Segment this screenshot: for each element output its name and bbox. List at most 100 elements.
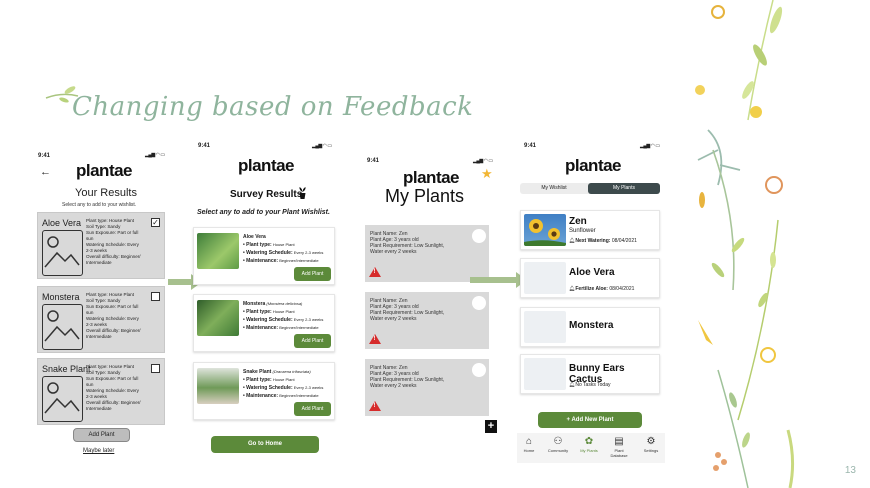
nav-item-plant-database[interactable]: ▤ Plant Database: [608, 436, 630, 459]
plant-detail: Water every 2 weeks: [370, 383, 417, 389]
plant-detail: Water every 2 weeks: [370, 316, 417, 322]
image-placeholder-icon: [42, 230, 83, 276]
select-checkbox[interactable]: [151, 292, 160, 301]
care-reminder: 🔔︎Fertilize Aloe: 08/04/2021: [569, 286, 634, 292]
plant-card[interactable]: Plant Name: Zen Plant Age: 3 years old Pla…: [365, 359, 489, 416]
care-reminder: 🔔︎No Tasks Today: [569, 382, 610, 388]
label-maintenance: • Maintenance:: [243, 393, 279, 399]
result-detail: Intermediate: [86, 260, 112, 265]
image-placeholder-icon: [42, 376, 83, 422]
result-name: Snake Plant: [42, 364, 91, 374]
plant-pot-icon: [299, 187, 306, 199]
plant-name: Monstera: [569, 320, 614, 331]
result-card[interactable]: Monstera Plant type: House Plant Soil Typ…: [37, 286, 165, 353]
warning-icon: [369, 334, 381, 344]
watering-schedule: Every 2-3 weeks: [293, 250, 324, 255]
plant-photo: [197, 233, 239, 269]
plant-name: Zen: [569, 216, 587, 227]
survey-result-card: Monstera (Monstera deliciosa) • Plant ty…: [193, 294, 335, 352]
result-card[interactable]: Snake Plant Plant type: House Plant Soil …: [37, 358, 165, 425]
plant-card[interactable]: Plant Name: Zen Plant Age: 3 years old Pla…: [365, 225, 489, 282]
app-logo: plantae: [76, 161, 133, 180]
reminder-label: Fertilize Aloe:: [575, 286, 608, 292]
maintenance-level: Beginner/Intermediate: [279, 325, 319, 330]
tab-my-wishlist[interactable]: My Wishlist: [520, 183, 588, 194]
app-logo: plantae: [565, 156, 622, 175]
label-plant-type: • Plant type:: [243, 309, 272, 315]
nav-item-my-plants[interactable]: ✿ My Plants: [578, 437, 600, 454]
plant-name: Monstera: [243, 301, 266, 307]
survey-result-card: Aloe Vera • Plant type: House Plant • Wa…: [193, 227, 335, 285]
nav-item-community[interactable]: ⚇ Community: [547, 436, 569, 454]
my-plant-card[interactable]: Monstera: [520, 307, 660, 347]
star-icon[interactable]: ★: [481, 166, 493, 182]
add-plus-button[interactable]: +: [485, 420, 497, 433]
my-plant-card[interactable]: Zen Sunflower 🔔︎Next Watering: 08/04/202…: [520, 210, 660, 250]
plant-photo: [197, 300, 239, 336]
plant-photo: [197, 368, 239, 404]
add-plant-button[interactable]: Add Plant: [294, 267, 331, 281]
image-placeholder: [524, 262, 566, 294]
label-schedule: • Watering Schedule:: [243, 250, 293, 256]
plant-type: House Plant: [272, 309, 295, 314]
status-time: 9:41: [38, 153, 51, 159]
label-plant-type: • Plant type:: [243, 242, 272, 248]
nav-label: Plant Database: [610, 448, 628, 458]
result-name: Aloe Vera: [42, 218, 82, 228]
status-icons: ▂▄▆ ◠ ▭: [640, 143, 660, 149]
results-subheading: Select any to add to your wishlist.: [62, 202, 137, 208]
reminder-label: Next Watering:: [575, 238, 611, 244]
survey-result-card: Snake Plant (Dracaena trifasciata) • Pla…: [193, 362, 335, 420]
warning-icon: [369, 401, 381, 411]
my-plant-card[interactable]: Aloe Vera 🔔︎Fertilize Aloe: 08/04/2021: [520, 258, 660, 298]
nav-label: Settings: [643, 448, 659, 453]
warning-icon: [369, 267, 381, 277]
tab-bar: My Wishlist My Plants: [520, 183, 660, 194]
plant-type: House Plant: [272, 242, 295, 247]
app-logo: plantae: [403, 168, 460, 187]
image-placeholder: [524, 358, 566, 390]
plant-card[interactable]: Plant Name: Zen Plant Age: 3 years old Pla…: [365, 292, 489, 349]
tab-my-plants[interactable]: My Plants: [588, 183, 660, 194]
nav-label: My Plants: [580, 448, 598, 453]
select-checkbox[interactable]: ✓: [151, 218, 160, 227]
maybe-later-link[interactable]: Maybe later: [83, 448, 114, 454]
add-plant-button[interactable]: Add Plant: [294, 402, 331, 416]
my-plant-card[interactable]: Bunny Ears Cactus 🔔︎No Tasks Today: [520, 354, 660, 394]
status-icons: ▂▄▆ ◠ ▭: [312, 143, 332, 149]
status-time: 9:41: [367, 158, 380, 164]
label-schedule: • Watering Schedule:: [243, 385, 293, 391]
plant-name: Aloe Vera: [243, 234, 266, 240]
nav-item-settings[interactable]: ⚙ Settings: [640, 436, 662, 454]
plant-avatar: [472, 296, 486, 310]
flow-arrow-1: [168, 274, 202, 290]
plant-database-icon: ▤: [614, 436, 624, 447]
label-plant-type: • Plant type:: [243, 377, 272, 383]
go-home-button[interactable]: Go to Home: [211, 436, 319, 453]
result-detail: Intermediate: [86, 406, 112, 411]
results-heading: Your Results: [75, 187, 137, 199]
plant-avatar: [472, 363, 486, 377]
plant-name: Aloe Vera: [569, 267, 615, 278]
label-maintenance: • Maintenance:: [243, 325, 279, 331]
result-name: Monstera: [42, 292, 80, 302]
back-arrow-icon[interactable]: ←: [40, 166, 51, 178]
plant-avatar: [472, 229, 486, 243]
my-plants-heading: My Plants: [385, 186, 465, 206]
nav-item-home[interactable]: ⌂ Home: [518, 437, 540, 454]
reminder-value: 08/04/2021: [607, 286, 635, 292]
image-placeholder-icon: [42, 304, 83, 350]
add-new-plant-button[interactable]: + Add New Plant: [538, 412, 642, 428]
community-icon: ⚇: [553, 436, 563, 447]
slide-title: Changing based on Feedback: [72, 92, 474, 122]
reminder-value: 08/04/2021: [610, 238, 637, 244]
watering-schedule: Every 2-3 weeks: [293, 385, 324, 390]
care-reminder: 🔔︎Next Watering: 08/04/2021: [569, 238, 637, 244]
select-checkbox[interactable]: [151, 364, 160, 373]
result-card[interactable]: Aloe Vera Plant type: House Plant Soil Ty…: [37, 212, 165, 279]
add-plant-button[interactable]: Add Plant: [73, 428, 130, 442]
settings-icon: ⚙: [646, 436, 656, 447]
add-plant-button[interactable]: Add Plant: [294, 334, 331, 348]
status-time: 9:41: [524, 143, 537, 149]
flow-arrow-2: [470, 272, 527, 288]
